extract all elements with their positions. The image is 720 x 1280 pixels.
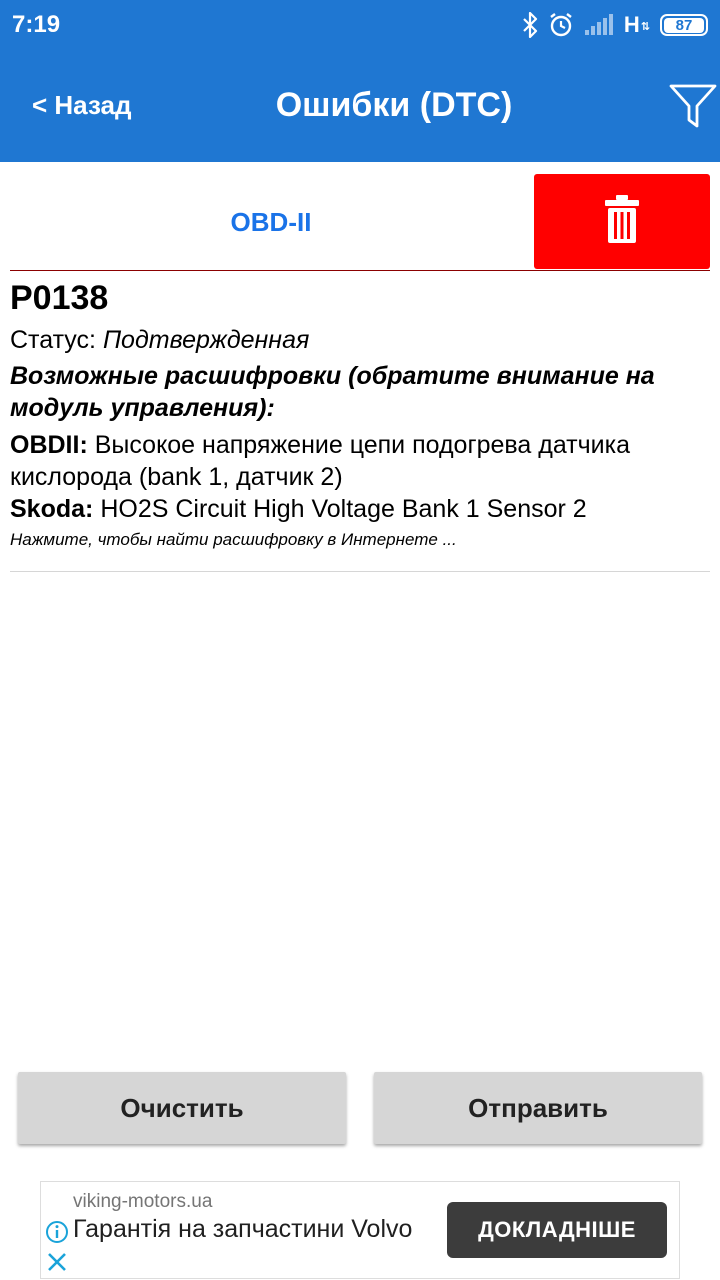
status-icons: H ⇅ 87 (522, 10, 708, 40)
network-type: H ⇅ (624, 12, 650, 38)
status-time: 7:19 (12, 11, 61, 38)
decoding-module: OBDII: (10, 431, 88, 459)
close-icon[interactable] (45, 1250, 69, 1277)
decoding-skoda: Skoda: HO2S Circuit High Voltage Bank 1 … (10, 493, 710, 525)
back-button[interactable]: < Назад (32, 90, 132, 121)
battery-indicator: 87 (660, 14, 708, 36)
send-button[interactable]: Отправить (374, 1072, 702, 1144)
signal-icon (584, 14, 614, 36)
decoding-text: Высокое напряжение цепи подогрева датчик… (10, 431, 631, 491)
dtc-status: Статус: Подтвержденная (10, 324, 710, 356)
filter-icon[interactable] (668, 82, 718, 130)
decoding-obdii: OBDII: Высокое напряжение цепи подогрева… (10, 429, 710, 493)
search-hint: Нажмите, чтобы найти расшифровку в Интер… (10, 530, 457, 549)
bluetooth-icon (522, 12, 538, 38)
header: 7:19 H ⇅ 87 < Назад Ошибки (DTC) (0, 0, 720, 162)
ad-text: Гарантія на запчастини Volvo (73, 1215, 413, 1243)
delete-button[interactable] (534, 174, 710, 269)
decoding-text: HO2S Circuit High Voltage Bank 1 Sensor … (100, 495, 587, 523)
network-arrows: ⇅ (640, 21, 650, 33)
alarm-icon (548, 12, 574, 38)
tab-divider (10, 270, 710, 271)
battery-level: 87 (664, 17, 704, 33)
ad-domain: viking-motors.ua (73, 1191, 213, 1212)
decodings-heading: Возможные расшифровки (обратите внимание… (10, 362, 655, 422)
tab-obd-ii[interactable]: OBD-II (10, 174, 532, 270)
decoding-module: Skoda: (10, 495, 94, 523)
app-bar: < Назад Ошибки (DTC) (0, 60, 720, 156)
status-bar: 7:19 H ⇅ 87 (0, 0, 720, 50)
info-icon[interactable] (45, 1220, 69, 1249)
list-divider (10, 571, 710, 572)
dtc-code: P0138 (10, 279, 109, 317)
clear-button[interactable]: Очистить (18, 1072, 346, 1144)
dtc-status-label: Статус: (10, 326, 96, 354)
dtc-status-value: Подтвержденная (102, 326, 310, 354)
dtc-list-item[interactable]: P0138 Статус: Подтвержденная Возможные р… (10, 276, 710, 572)
tab-row: OBD-II (10, 174, 710, 271)
trash-icon (604, 194, 640, 249)
ad-cta-button[interactable]: ДОКЛАДНІШЕ (447, 1202, 667, 1258)
network-type-label: H (623, 12, 640, 37)
ad-banner[interactable]: viking-motors.ua Гарантія на запчастини … (40, 1181, 680, 1279)
